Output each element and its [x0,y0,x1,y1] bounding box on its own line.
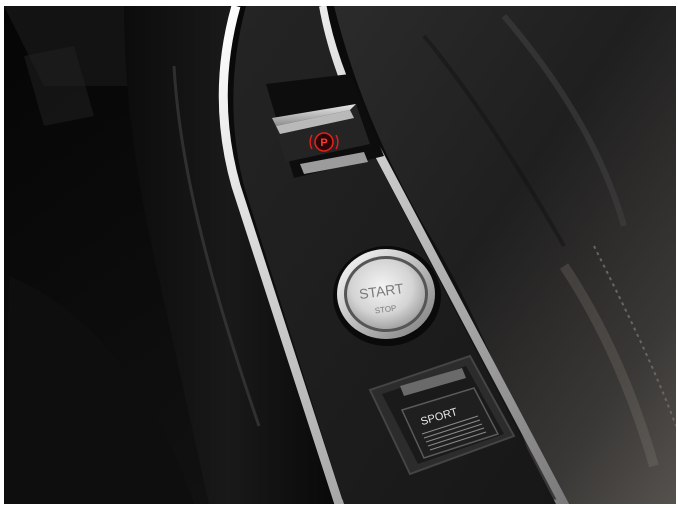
console-photo: P START STOP SPORT [4,6,676,504]
photo-frame: P START STOP SPORT [4,6,676,504]
parking-brake-glyph: P [320,137,327,149]
start-stop-button[interactable]: START STOP [333,246,441,346]
